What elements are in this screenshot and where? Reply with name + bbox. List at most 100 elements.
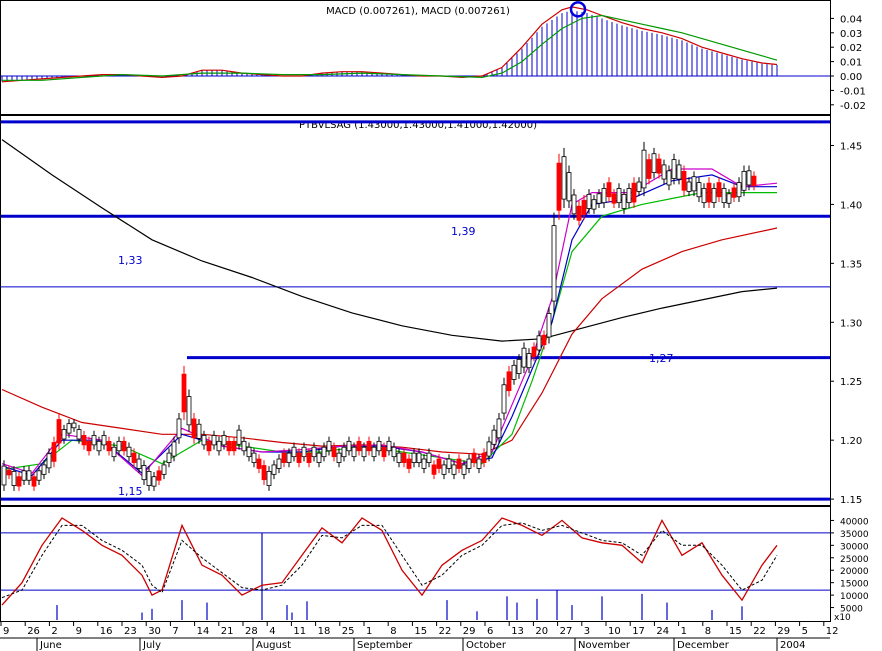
candle-body: [511, 364, 517, 380]
x-day-label: 8: [390, 626, 396, 637]
macd-y-tick-label: 0.03: [840, 29, 862, 40]
candle-body: [561, 156, 567, 200]
candle-body: [466, 458, 472, 469]
candle-body: [56, 419, 62, 444]
candle-body: [526, 353, 532, 369]
candle-body: [726, 193, 732, 204]
oscillator-y-tick-label: 10000: [840, 592, 869, 602]
candle-body: [81, 435, 87, 446]
x-day-label: 8: [705, 626, 711, 637]
candle-body: [676, 164, 682, 180]
candle-body: [441, 464, 447, 475]
candle-body: [401, 452, 407, 463]
macd-y-tick-label: 0.01: [840, 58, 862, 69]
candle-body: [611, 193, 617, 204]
candle-body: [111, 446, 117, 458]
candle-body: [686, 181, 692, 192]
candle-body: [581, 199, 587, 215]
candle-body: [71, 422, 77, 429]
x-day-label: 22: [439, 626, 452, 637]
candle-body: [6, 469, 12, 476]
x-day-label: 20: [535, 626, 548, 637]
candle-body: [386, 440, 392, 452]
candle-body: [361, 446, 367, 458]
candle-body: [26, 470, 32, 481]
price-ma_blue: [1, 174, 777, 477]
oscillator-y-tick-label: 35000: [840, 530, 869, 540]
panel-frames: [0, 0, 831, 622]
candle-body: [271, 464, 277, 475]
candle-body: [51, 442, 57, 462]
candle-body: [131, 452, 137, 463]
oscillator-line-dashed: [1, 522, 778, 599]
candle-body: [336, 452, 342, 463]
candle-body: [746, 170, 752, 186]
candle-body: [326, 440, 332, 452]
candle-body: [191, 418, 197, 439]
x-day-label: 1: [681, 626, 687, 637]
candle-body: [256, 458, 262, 469]
candle-body: [76, 429, 82, 440]
candle-body: [451, 464, 457, 475]
candle-body: [456, 458, 462, 469]
candle-body: [106, 440, 112, 452]
candle-body: [461, 464, 467, 475]
candle-body: [356, 440, 362, 452]
x-day-label: 15: [729, 626, 742, 637]
candle-body: [141, 465, 147, 481]
candle-body: [411, 452, 417, 463]
candle-body: [596, 193, 602, 204]
candle-body: [296, 452, 302, 463]
candle-body: [291, 446, 297, 458]
candle-body: [586, 193, 592, 209]
candle-body: [166, 452, 172, 463]
candle-body: [261, 465, 267, 481]
candle-body: [711, 188, 717, 204]
x-day-label: 2: [51, 626, 57, 637]
x-day-label: 23: [124, 626, 137, 637]
candle-body: [1, 465, 7, 486]
oscillator-y-tick-label: 20000: [840, 567, 869, 577]
candle-body: [621, 193, 627, 209]
candle-body: [231, 440, 237, 452]
oscillator-plot: [1, 517, 830, 620]
candle-body: [316, 452, 322, 463]
candle-body: [286, 452, 292, 463]
candle-body: [366, 440, 372, 452]
x-day-label: 26: [27, 626, 40, 637]
candle-body: [181, 373, 187, 413]
x-day-label: 27: [560, 626, 573, 637]
candle-body: [506, 371, 512, 392]
candle-body: [571, 194, 577, 215]
candle-body: [221, 435, 227, 446]
candle-body: [731, 187, 737, 198]
candle-body: [691, 176, 697, 192]
candle-body: [331, 446, 337, 458]
candle-body: [121, 440, 127, 452]
candle-body: [406, 458, 412, 469]
candle-body: [436, 458, 442, 469]
candle-body: [661, 164, 667, 180]
y-axes: 0.04 0.03 0.02 0.01 0.00 -0.01 -0.02 1.45 1.40 1.…: [830, 14, 869, 615]
macd-panel-frame: [0, 0, 831, 115]
candle-body: [251, 452, 257, 463]
candle-body: [126, 446, 132, 458]
macd-y-tick-label: 0.02: [840, 43, 862, 54]
x-day-label: 14: [197, 626, 210, 637]
candle-body: [116, 440, 122, 452]
x-month-label: December: [677, 640, 730, 651]
x-month-label: 2004: [780, 640, 805, 651]
candle-body: [371, 446, 377, 458]
candle-body: [136, 458, 142, 469]
x-day-label: 17: [632, 626, 645, 637]
x-month-label: October: [466, 640, 507, 651]
candle-body: [96, 440, 102, 452]
price-y-tick-label: 1.45: [840, 141, 862, 152]
candle-body: [641, 149, 647, 189]
candle-body: [656, 158, 662, 174]
candle-body: [516, 359, 522, 374]
candle-body: [156, 470, 162, 481]
x-day-label: 21: [221, 626, 234, 637]
macd-line-signal: [2, 14, 778, 81]
candle-body: [616, 188, 622, 204]
